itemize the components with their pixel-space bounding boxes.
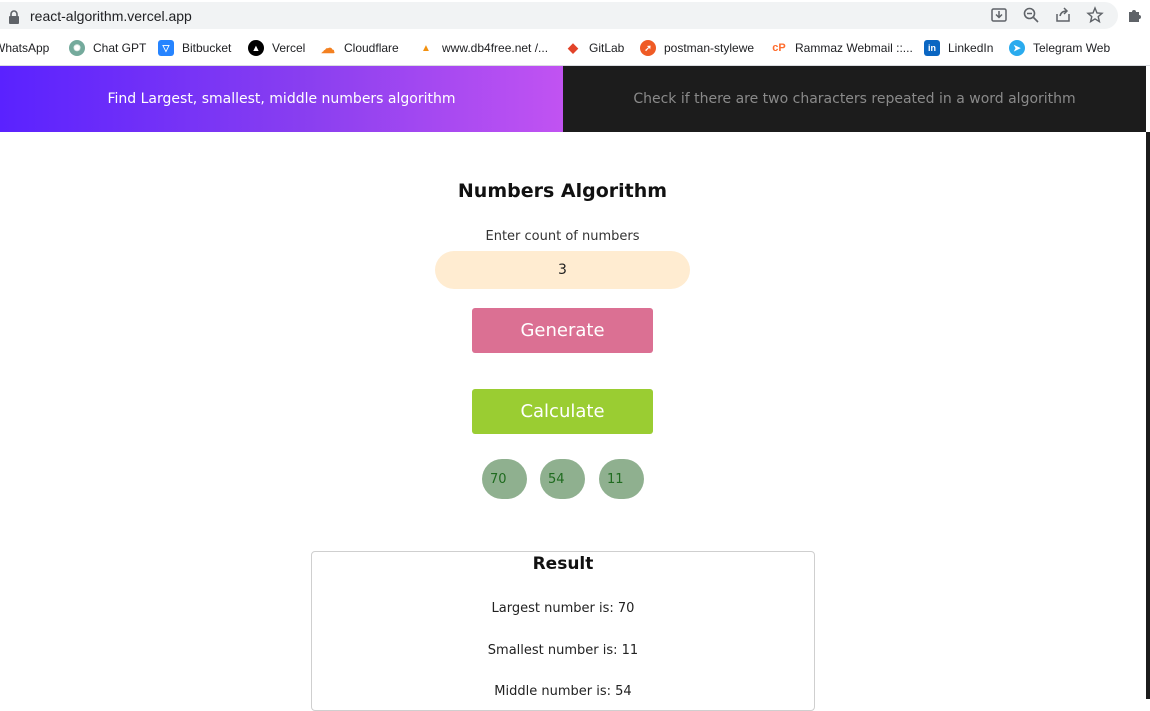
lock-icon: [9, 10, 19, 24]
bookmark-cloudflare[interactable]: ☁ Cloudflare: [320, 39, 399, 57]
page-title: Numbers Algorithm: [457, 180, 668, 202]
number-chip: 54: [540, 459, 585, 499]
tab-repeated-characters-algorithm[interactable]: Check if there are two characters repeat…: [563, 66, 1146, 132]
bookmarks-bar: WhatsApp ✺ Chat GPT ▽ Bitbucket ▲ Vercel…: [0, 32, 1150, 66]
share-icon[interactable]: [1054, 6, 1072, 24]
bookmark-postman[interactable]: ➚ postman-stylewe: [640, 39, 754, 57]
install-app-icon[interactable]: [990, 6, 1008, 24]
bookmark-whatsapp[interactable]: WhatsApp: [0, 39, 49, 57]
bookmark-label: WhatsApp: [0, 41, 50, 55]
bookmark-linkedin[interactable]: in LinkedIn: [924, 39, 993, 57]
bookmark-gitlab[interactable]: ◆ GitLab: [565, 39, 624, 57]
omnibox[interactable]: react-algorithm.vercel.app: [0, 2, 1118, 29]
bookmark-label: Chat GPT: [93, 41, 147, 55]
linkedin-icon: in: [924, 40, 940, 56]
bookmark-star-icon[interactable]: [1086, 6, 1104, 24]
bitbucket-icon: ▽: [158, 40, 174, 56]
generate-button[interactable]: Generate: [472, 308, 653, 353]
bookmark-label: Cloudflare: [344, 41, 399, 55]
middle-result: Middle number is: 54: [494, 684, 632, 699]
result-title: Result: [532, 554, 594, 574]
bookmark-label: www.db4free.net /...: [442, 41, 549, 55]
tab-label: Check if there are two characters repeat…: [633, 91, 1076, 107]
zoom-icon[interactable]: [1022, 6, 1040, 24]
count-label: Enter count of numbers: [485, 229, 640, 244]
bookmark-chatgpt[interactable]: ✺ Chat GPT: [69, 39, 146, 57]
bookmark-label: LinkedIn: [948, 41, 994, 55]
cloudflare-icon: ☁: [321, 39, 335, 56]
bookmark-label: Telegram Web: [1033, 41, 1111, 55]
url-text[interactable]: react-algorithm.vercel.app: [30, 8, 192, 24]
postman-icon: ➚: [640, 40, 656, 56]
count-input[interactable]: [435, 251, 690, 289]
smallest-result: Smallest number is: 11: [487, 643, 639, 658]
calculate-button[interactable]: Calculate: [472, 389, 653, 434]
bookmark-telegram[interactable]: ➤ Telegram Web: [1009, 39, 1110, 57]
tab-numbers-algorithm[interactable]: Find Largest, smallest, middle numbers a…: [0, 66, 563, 132]
tab-label: Find Largest, smallest, middle numbers a…: [107, 91, 456, 107]
cpanel-icon: cP: [772, 42, 786, 54]
bookmark-label: Rammaz Webmail ::...: [795, 41, 913, 55]
bookmark-label: Vercel: [272, 41, 306, 55]
number-chip: 11: [599, 459, 644, 499]
bookmark-label: postman-stylewe: [664, 41, 755, 55]
phpmyadmin-icon: ▲: [421, 42, 431, 54]
bookmark-vercel[interactable]: ▲ Vercel: [248, 39, 305, 57]
scrollbar[interactable]: [1146, 132, 1150, 699]
bookmark-rammaz-webmail[interactable]: cP Rammaz Webmail ::...: [771, 39, 913, 57]
vercel-icon: ▲: [248, 40, 264, 56]
bookmark-db4free[interactable]: ▲ www.db4free.net /...: [418, 39, 548, 57]
number-chip: 70: [482, 459, 527, 499]
extensions-icon[interactable]: [1126, 6, 1144, 24]
browser-address-bar: react-algorithm.vercel.app: [0, 0, 1150, 32]
result-panel: Result Largest number is: 70 Smallest nu…: [311, 551, 815, 711]
largest-result: Largest number is: 70: [491, 601, 635, 616]
bookmark-bitbucket[interactable]: ▽ Bitbucket: [158, 39, 231, 57]
chatgpt-icon: ✺: [69, 40, 85, 56]
gitlab-icon: ◆: [568, 40, 578, 55]
bookmark-label: Bitbucket: [182, 41, 232, 55]
telegram-icon: ➤: [1009, 40, 1025, 56]
bookmark-label: GitLab: [589, 41, 625, 55]
